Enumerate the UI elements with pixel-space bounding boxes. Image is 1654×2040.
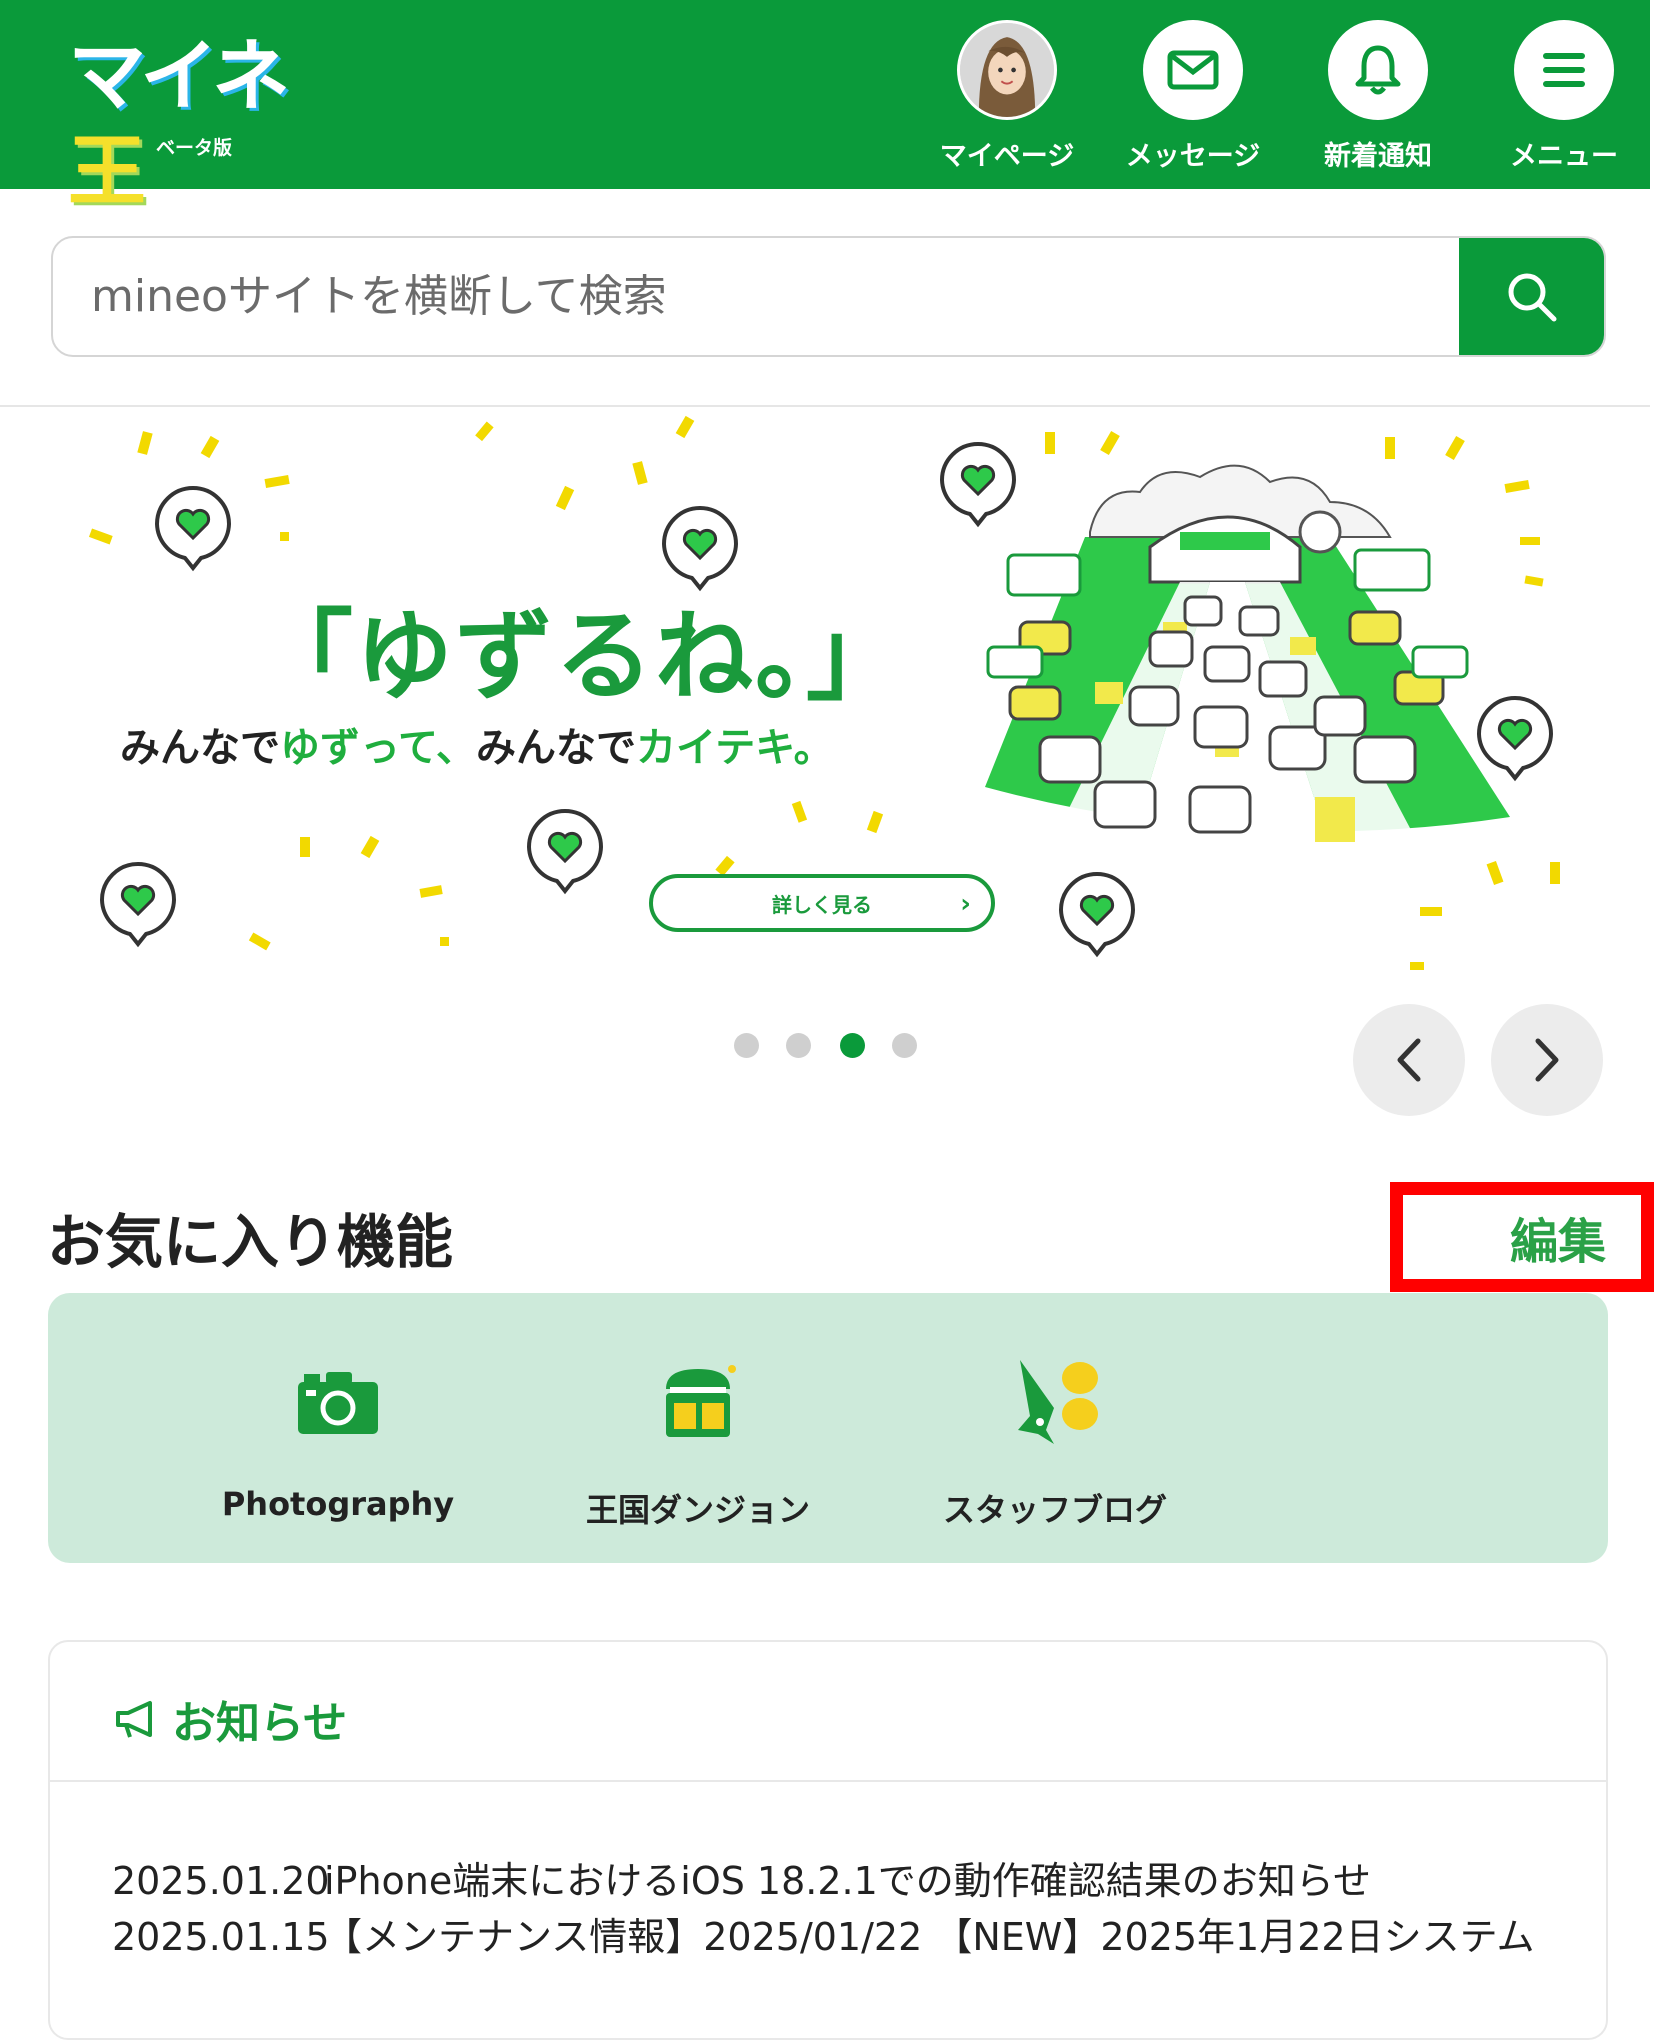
treasure-chest-icon: [548, 1353, 848, 1453]
banner-subtitle: みんなでゆずって、みんなでカイテキ。: [120, 725, 834, 771]
campaign-banner[interactable]: 「ゆずるね。」 みんなでゆずって、みんなでカイテキ。 詳しく見る ›: [0, 407, 1650, 982]
notice-card: お知らせ 2025.01.20iPhone端末におけるiOS 18.2.1での動…: [48, 1640, 1608, 2040]
message-button[interactable]: メッセージ: [1118, 20, 1268, 173]
megaphone-icon: [116, 1701, 152, 1738]
mypage-button[interactable]: マイページ: [932, 20, 1082, 173]
favorite-staff-blog[interactable]: スタッフブログ: [905, 1353, 1205, 1531]
notice-header[interactable]: お知らせ: [114, 1687, 347, 1751]
carousel-dot-4[interactable]: [892, 1033, 917, 1058]
mineo-logo[interactable]: マイネ王 ベータ版: [68, 30, 338, 217]
highlight-box: [1390, 1182, 1654, 1292]
carousel-dot-3[interactable]: [840, 1033, 865, 1058]
search-button[interactable]: [1459, 238, 1604, 355]
divider: [50, 1780, 1606, 1782]
menu-button[interactable]: メニュー: [1489, 20, 1639, 173]
site-search: [51, 236, 1606, 357]
beta-label: ベータ版: [156, 137, 233, 159]
favorite-photography[interactable]: Photography: [188, 1353, 488, 1523]
favorites-panel: Photography 王国ダンジョン スタッフブログ: [48, 1293, 1608, 1563]
bell-icon: [1328, 20, 1428, 120]
envelope-icon: [1143, 20, 1243, 120]
banner-detail-button[interactable]: 詳しく見る ›: [649, 874, 995, 932]
banner-title: 「ゆずるね。」: [255, 600, 907, 714]
notice-item[interactable]: 2025.01.20iPhone端末におけるiOS 18.2.1での動作確認結果…: [112, 1850, 1371, 1905]
carousel-dot-1[interactable]: [734, 1033, 759, 1058]
chevron-left-icon: [1397, 1038, 1421, 1082]
avatar: [957, 20, 1057, 120]
chevron-right-icon: [1535, 1038, 1559, 1082]
favorite-kingdom-dungeon[interactable]: 王国ダンジョン: [548, 1353, 848, 1531]
search-input[interactable]: [53, 238, 1461, 355]
notification-button[interactable]: 新着通知: [1303, 20, 1453, 173]
chevron-right-icon: ›: [960, 889, 971, 919]
site-header: マイネ王 ベータ版 マイページ メッセージ 新着通知 メニュー: [0, 0, 1650, 217]
pen-nib-icon: [905, 1353, 1205, 1453]
carousel-next-button[interactable]: [1491, 1004, 1603, 1116]
camera-icon: [188, 1353, 488, 1453]
carousel-prev-button[interactable]: [1353, 1004, 1465, 1116]
notice-item[interactable]: 2025.01.15【メンテナンス情報】2025/01/22 【NEW】2025…: [112, 1906, 1534, 1961]
hamburger-icon: [1514, 20, 1614, 120]
search-icon: [1508, 273, 1556, 321]
favorites-title: お気に入り機能: [47, 1208, 454, 1276]
carousel-dot-2[interactable]: [786, 1033, 811, 1058]
